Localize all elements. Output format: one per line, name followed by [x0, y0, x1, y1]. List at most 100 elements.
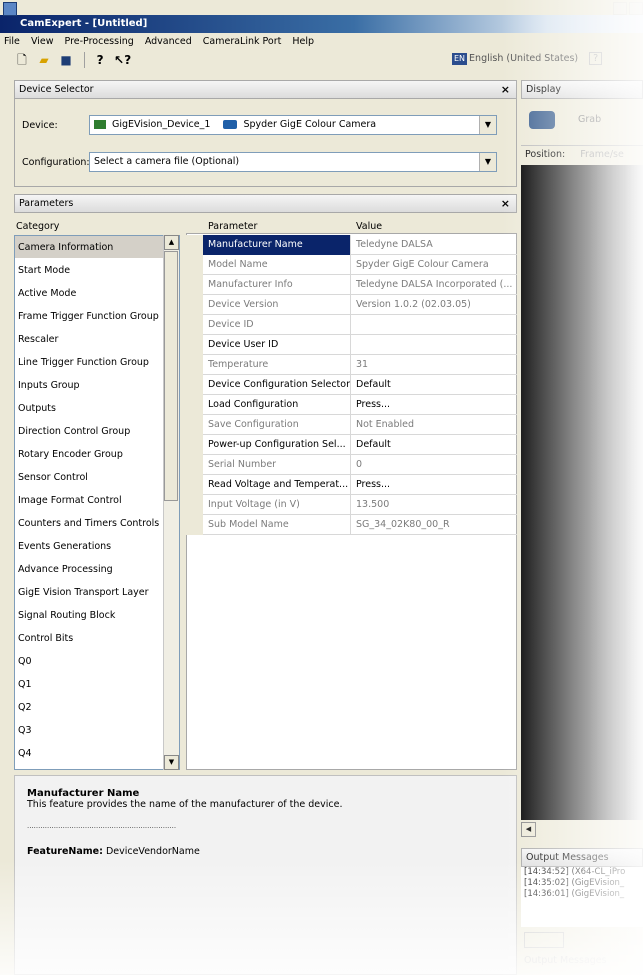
display-title: Display	[526, 84, 562, 95]
category-item[interactable]: Frame Trigger Function Group	[15, 305, 179, 328]
category-item[interactable]: Line Trigger Function Group	[15, 351, 179, 374]
table-row[interactable]: Temperature 31	[186, 355, 517, 375]
category-item[interactable]: Q4	[15, 742, 179, 765]
category-item[interactable]: Rescaler	[15, 328, 179, 351]
table-row[interactable]: Serial Number 0	[186, 455, 517, 475]
table-row[interactable]: Device Version Version 1.0.2 (02.03.05)	[186, 295, 517, 315]
new-file-icon[interactable]: 🗋	[14, 52, 30, 68]
table-row[interactable]: Model Name Spyder GigE Colour Camera	[186, 255, 517, 275]
grab-camera-icon[interactable]	[529, 111, 555, 129]
description-title: Manufacturer Name	[27, 788, 140, 799]
menu-pre-processing[interactable]: Pre-Processing	[65, 33, 134, 51]
parameters-header: Parameters ×	[14, 194, 517, 213]
display-header: Display	[521, 80, 643, 99]
grab-button[interactable]: Grab	[578, 114, 601, 125]
table-row[interactable]: Device Configuration Selector Default	[186, 375, 517, 395]
device-selector-body	[14, 99, 517, 187]
output-tab[interactable]: Output Messages	[524, 955, 607, 966]
parameter-value[interactable]	[352, 335, 517, 355]
parameter-value[interactable]: Default	[352, 375, 517, 395]
parameter-value: 13.500	[356, 499, 390, 510]
device-board-icon	[94, 120, 106, 129]
menu-advanced[interactable]: Advanced	[145, 33, 192, 51]
scroll-down-icon[interactable]: ▼	[164, 755, 179, 770]
category-item[interactable]: Inputs Group	[15, 374, 179, 397]
table-row[interactable]: Sub Model Name SG_34_02K80_00_R	[186, 515, 517, 535]
category-item[interactable]: Q2	[15, 696, 179, 719]
table-row[interactable]: Manufacturer Name Teledyne DALSA	[186, 235, 517, 255]
language-help-icon[interactable]: ?	[589, 52, 603, 65]
configuration-combo[interactable]: Select a camera file (Optional) ▼	[89, 152, 497, 172]
device-dropdown-icon[interactable]: ▼	[479, 116, 496, 134]
menu-help[interactable]: Help	[292, 33, 314, 51]
window-title-bar: CamExpert - [Untitled]	[0, 15, 643, 33]
description-panel: Manufacturer Name This feature provides …	[14, 775, 517, 975]
parameter-value[interactable]: Press...	[352, 475, 517, 495]
parameters-close-icon[interactable]: ×	[501, 195, 510, 212]
parameter-value[interactable]: Press...	[352, 395, 517, 415]
parameter-name: Save Configuration	[203, 415, 351, 435]
parameter-value: Teledyne DALSA Incorporated (...	[356, 279, 513, 290]
parameter-name: Input Voltage (in V)	[203, 495, 351, 515]
help-icon[interactable]: ?	[92, 52, 108, 68]
category-item[interactable]: Camera Information	[15, 236, 179, 259]
language-badge: EN	[452, 53, 468, 65]
table-row[interactable]: Manufacturer Info Teledyne DALSA Incorpor…	[186, 275, 517, 295]
save-icon[interactable]: ■	[58, 52, 74, 68]
table-row[interactable]: Load Configuration Press...	[186, 395, 517, 415]
table-row[interactable]: Power-up Configuration Sel... Default	[186, 435, 517, 455]
scroll-left-icon[interactable]: ◀	[521, 822, 536, 837]
configuration-dropdown-icon[interactable]: ▼	[479, 153, 496, 171]
image-display-area[interactable]	[521, 165, 643, 820]
category-item[interactable]: Control Bits	[15, 627, 179, 650]
category-item[interactable]: Events Generations	[15, 535, 179, 558]
category-item[interactable]: Image Format Control	[15, 489, 179, 512]
menu-file[interactable]: File	[4, 33, 20, 51]
table-row[interactable]: Read Voltage and Temperat... Press...	[186, 475, 517, 495]
table-row[interactable]: Device User ID	[186, 335, 517, 355]
parameter-name: Manufacturer Info	[203, 275, 351, 295]
category-item[interactable]: Sensor Control	[15, 466, 179, 489]
category-item[interactable]: Direction Control Group	[15, 420, 179, 443]
table-row[interactable]: Input Voltage (in V) 13.500	[186, 495, 517, 515]
category-item[interactable]: Q1	[15, 673, 179, 696]
display-hscrollbar[interactable]: ◀	[521, 822, 643, 838]
category-item[interactable]: Outputs	[15, 397, 179, 420]
feature-name-label: FeatureName:	[27, 846, 103, 857]
category-item[interactable]: GigE Vision Transport Layer	[15, 581, 179, 604]
category-scroll-thumb[interactable]	[164, 251, 178, 501]
menu-view[interactable]: View	[31, 33, 54, 51]
language-label: English (United States)	[469, 53, 579, 64]
category-item[interactable]: Active Mode	[15, 282, 179, 305]
open-folder-icon[interactable]: ▰	[36, 52, 52, 68]
category-item[interactable]: Advance Processing	[15, 558, 179, 581]
minimize-icon[interactable]	[613, 2, 627, 15]
value-column-header[interactable]: Value	[356, 219, 382, 234]
category-item[interactable]: Q3	[15, 719, 179, 742]
output-hscrollbar[interactable]	[524, 932, 564, 948]
category-item[interactable]: Rotary Encoder Group	[15, 443, 179, 466]
parameter-column-header[interactable]: Parameter	[208, 219, 257, 234]
table-row[interactable]: Save Configuration Not Enabled	[186, 415, 517, 435]
category-item[interactable]: Q0	[15, 650, 179, 673]
language-indicator[interactable]: EN English (United States) ?	[452, 50, 603, 68]
device-selector-close-icon[interactable]: ×	[501, 81, 510, 98]
device-combo[interactable]: GigEVision_Device_1 Spyder GigE Colour C…	[89, 115, 497, 135]
category-item[interactable]: Start Mode	[15, 259, 179, 282]
maximize-icon[interactable]	[629, 2, 643, 15]
category-item[interactable]: Counters and Timers Controls	[15, 512, 179, 535]
parameter-value[interactable]: Default	[352, 435, 517, 455]
menu-cameralink-port[interactable]: CameraLink Port	[203, 33, 282, 51]
device-value: GigEVision_Device_1	[112, 119, 211, 130]
context-help-icon[interactable]: ↖?	[114, 52, 131, 68]
parameter-name: Device User ID	[203, 335, 351, 355]
parameter-name: Temperature	[203, 355, 351, 375]
device-selector-title: Device Selector	[19, 84, 94, 95]
table-row[interactable]: Device ID	[186, 315, 517, 335]
position-value: Frame/se	[580, 149, 624, 160]
category-item[interactable]: Signal Routing Block	[15, 604, 179, 627]
parameter-value: Spyder GigE Colour Camera	[356, 259, 489, 270]
scroll-up-icon[interactable]: ▲	[164, 235, 179, 250]
camera-value: Spyder GigE Colour Camera	[243, 119, 377, 130]
log-line: [14:34:52] (X64-CL_iPro	[524, 867, 626, 877]
